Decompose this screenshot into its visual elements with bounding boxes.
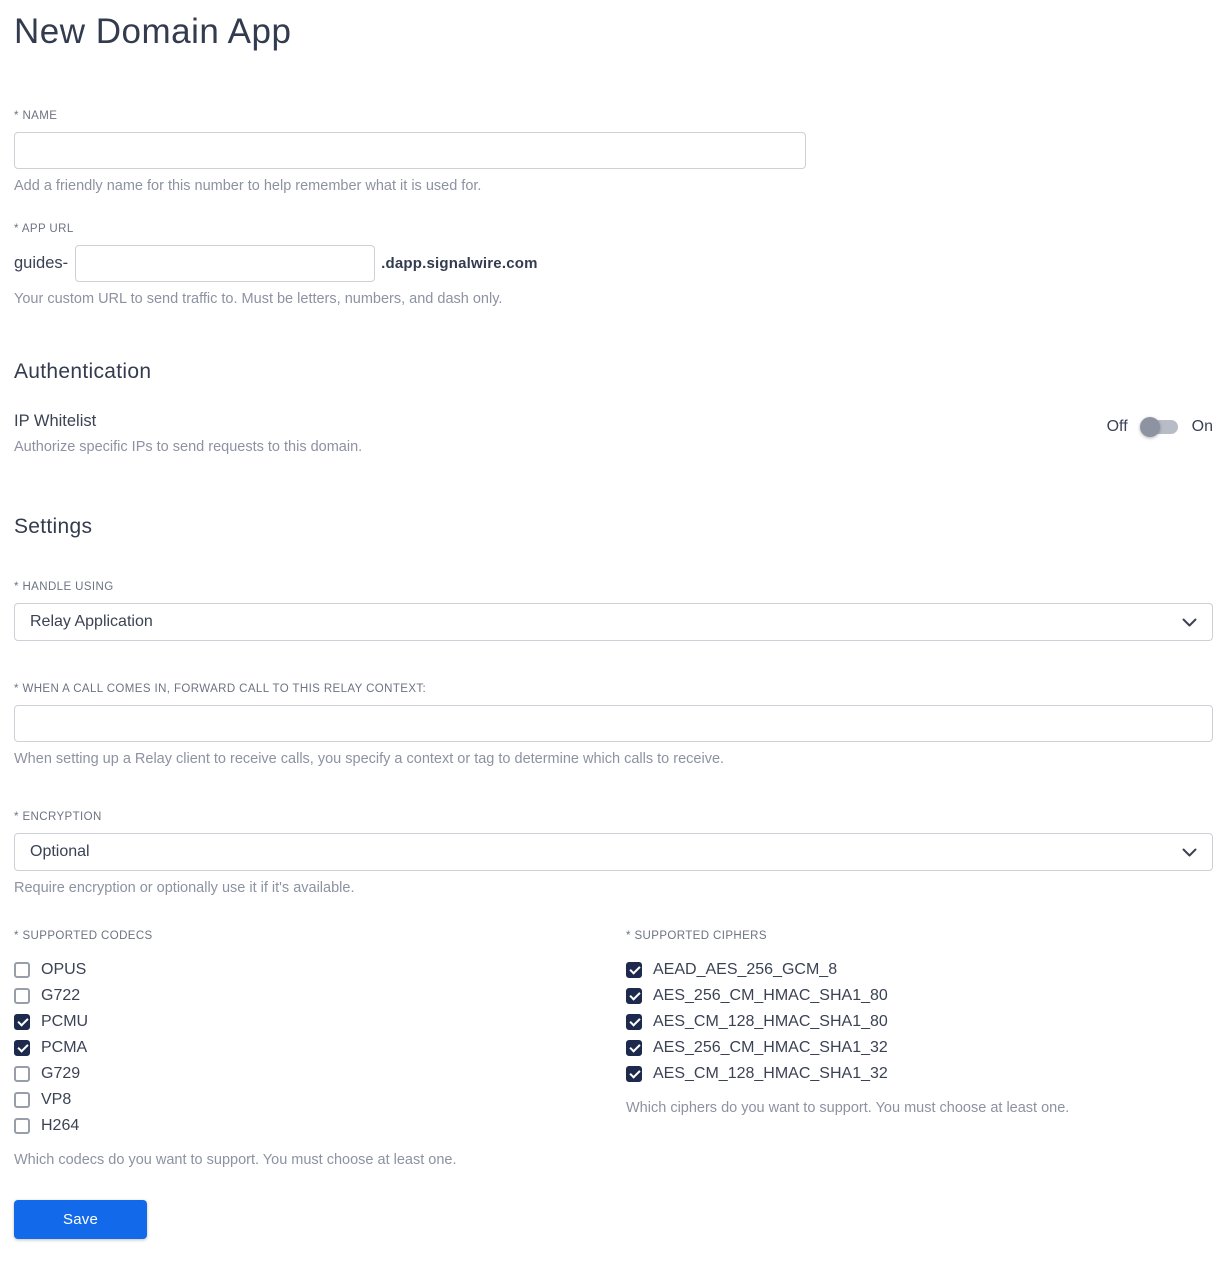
supported-ciphers-label: * SUPPORTED CIPHERS — [626, 929, 767, 942]
cipher-label: AES_CM_128_HMAC_SHA1_80 — [653, 1012, 888, 1030]
ip-whitelist-label: IP Whitelist — [14, 412, 97, 431]
app-url-field-group: * APP URL guides- .dapp.signalwire.com Y… — [14, 223, 1213, 309]
codecs-ciphers-columns: * SUPPORTED CODECS OPUS G722 PCMU PCMA G… — [14, 930, 1213, 1170]
checkbox-icon[interactable] — [14, 1091, 30, 1108]
handle-using-value: Relay Application — [30, 613, 153, 631]
checkbox-icon[interactable] — [14, 1065, 30, 1082]
cipher-label: AEAD_AES_256_GCM_8 — [653, 960, 838, 978]
codecs-help: Which codecs do you want to support. You… — [14, 1151, 457, 1168]
checkbox-icon[interactable] — [14, 961, 30, 978]
codec-option-pcma[interactable]: PCMA — [14, 1035, 626, 1061]
relay-context-input[interactable] — [14, 705, 1213, 743]
cipher-label: AES_CM_128_HMAC_SHA1_32 — [653, 1064, 888, 1082]
checkbox-icon[interactable] — [626, 961, 642, 978]
relay-context-label: * WHEN A CALL COMES IN, FORWARD CALL TO … — [14, 683, 427, 696]
name-input[interactable] — [14, 131, 806, 169]
supported-codecs-label: * SUPPORTED CODECS — [14, 929, 153, 942]
name-field-group: * NAME Add a friendly name for this numb… — [14, 110, 1213, 196]
app-url-label: * APP URL — [14, 222, 74, 235]
relay-context-field-group: * WHEN A CALL COMES IN, FORWARD CALL TO … — [14, 683, 1213, 769]
chevron-down-icon — [1182, 618, 1197, 627]
ip-whitelist-row: IP Whitelist Authorize specific IPs to s… — [14, 412, 1213, 457]
app-url-row: guides- .dapp.signalwire.com — [14, 244, 1213, 282]
toggle-on-label: On — [1191, 418, 1213, 436]
encryption-help: Require encryption or optionally use it … — [14, 880, 355, 897]
handle-using-select[interactable]: Relay Application — [14, 603, 1213, 642]
encryption-field-group: * ENCRYPTION Optional Require encryption… — [14, 811, 1213, 898]
cipher-option-aes-256-cm-hmac-sha1-32[interactable]: AES_256_CM_HMAC_SHA1_32 — [626, 1035, 1213, 1061]
encryption-select[interactable]: Optional — [14, 833, 1213, 872]
codec-label: PCMU — [41, 1012, 89, 1030]
ciphers-list: AEAD_AES_256_GCM_8 AES_256_CM_HMAC_SHA1_… — [626, 957, 1213, 1087]
encryption-label: * ENCRYPTION — [14, 811, 102, 824]
cipher-label: AES_256_CM_HMAC_SHA1_80 — [653, 986, 888, 1004]
ip-whitelist-toggle[interactable] — [1139, 417, 1178, 438]
ciphers-help: Which ciphers do you want to support. Yo… — [626, 1099, 1070, 1116]
codec-label: G729 — [41, 1064, 81, 1082]
handle-using-label: * HANDLE USING — [14, 581, 114, 594]
cipher-label: AES_256_CM_HMAC_SHA1_32 — [653, 1038, 888, 1056]
checkbox-icon[interactable] — [626, 1039, 642, 1056]
checkbox-icon[interactable] — [14, 1117, 30, 1134]
cipher-option-aead-aes-256-gcm-8[interactable]: AEAD_AES_256_GCM_8 — [626, 957, 1213, 983]
name-label: * NAME — [14, 109, 58, 122]
codec-option-pcmu[interactable]: PCMU — [14, 1009, 626, 1035]
ip-whitelist-help: Authorize specific IPs to send requests … — [14, 439, 363, 456]
page-title: New Domain App — [14, 12, 292, 51]
save-button[interactable]: Save — [14, 1199, 147, 1239]
app-url-help: Your custom URL to send traffic to. Must… — [14, 290, 503, 307]
supported-codecs-group: * SUPPORTED CODECS OPUS G722 PCMU PCMA G… — [14, 930, 626, 1170]
chevron-down-icon — [1182, 848, 1197, 857]
relay-context-help: When setting up a Relay client to receiv… — [14, 751, 725, 768]
toggle-off-label: Off — [1106, 418, 1128, 436]
handle-using-field-group: * HANDLE USING Relay Application — [14, 581, 1213, 642]
checkbox-icon[interactable] — [626, 987, 642, 1004]
codec-option-g722[interactable]: G722 — [14, 983, 626, 1009]
cipher-option-aes-cm-128-hmac-sha1-80[interactable]: AES_CM_128_HMAC_SHA1_80 — [626, 1009, 1213, 1035]
codecs-list: OPUS G722 PCMU PCMA G729 VP8 H264 — [14, 957, 626, 1139]
checkbox-icon[interactable] — [14, 1013, 30, 1030]
new-domain-app-page: New Domain App * NAME Add a friendly nam… — [0, 0, 1230, 1279]
codec-label: H264 — [41, 1116, 80, 1134]
cipher-option-aes-256-cm-hmac-sha1-80[interactable]: AES_256_CM_HMAC_SHA1_80 — [626, 983, 1213, 1009]
supported-ciphers-group: * SUPPORTED CIPHERS AEAD_AES_256_GCM_8 A… — [626, 930, 1213, 1170]
checkbox-icon[interactable] — [14, 1039, 30, 1056]
checkbox-icon[interactable] — [626, 1013, 642, 1030]
settings-heading: Settings — [14, 515, 93, 539]
codec-label: PCMA — [41, 1038, 88, 1056]
app-url-prefix: guides- — [14, 253, 69, 272]
name-help: Add a friendly name for this number to h… — [14, 177, 482, 194]
cipher-option-aes-cm-128-hmac-sha1-32[interactable]: AES_CM_128_HMAC_SHA1_32 — [626, 1061, 1213, 1087]
codec-label: OPUS — [41, 960, 87, 978]
authentication-heading: Authentication — [14, 360, 152, 384]
codec-option-g729[interactable]: G729 — [14, 1061, 626, 1087]
app-url-suffix: .dapp.signalwire.com — [381, 254, 538, 272]
codec-option-vp8[interactable]: VP8 — [14, 1087, 626, 1113]
ip-whitelist-text: IP Whitelist Authorize specific IPs to s… — [14, 412, 362, 457]
toggle-thumb-icon — [1139, 417, 1160, 438]
codec-label: VP8 — [41, 1090, 72, 1108]
encryption-value: Optional — [30, 843, 90, 861]
codec-option-opus[interactable]: OPUS — [14, 957, 626, 983]
checkbox-icon[interactable] — [14, 987, 30, 1004]
app-url-input[interactable] — [75, 244, 376, 282]
ip-whitelist-toggle-group: Off On — [1106, 417, 1213, 438]
codec-option-h264[interactable]: H264 — [14, 1113, 626, 1139]
checkbox-icon[interactable] — [626, 1065, 642, 1082]
codec-label: G722 — [41, 986, 81, 1004]
